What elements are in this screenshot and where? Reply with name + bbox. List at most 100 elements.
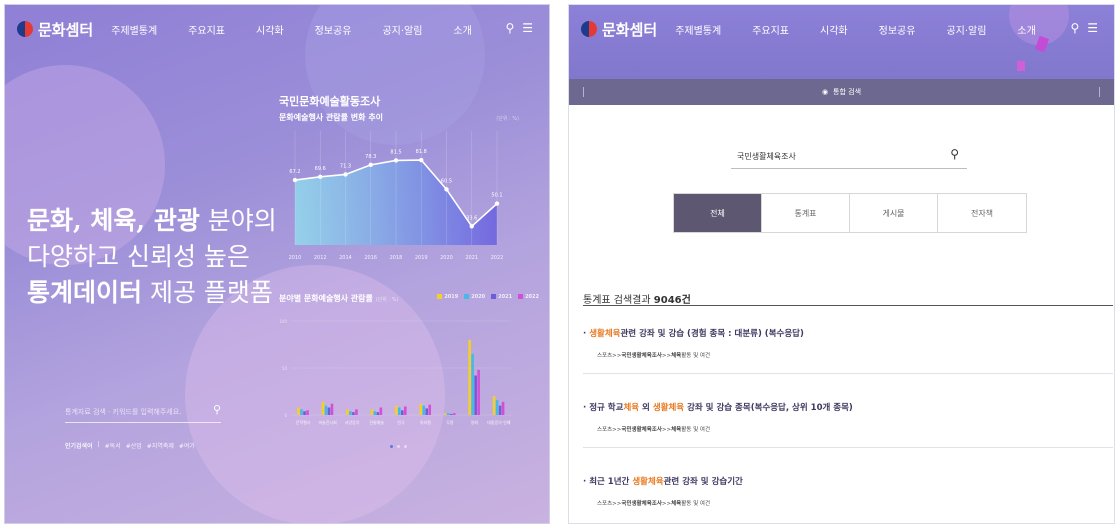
path-text: 국민생활체육조사	[621, 501, 662, 507]
legend-item[interactable]: 2019	[437, 294, 458, 300]
menu-item-notices[interactable]: 공지·알림	[382, 22, 422, 37]
title-text: 강좌 및 강습 종목(복수응답, 상위 10개 종목)	[684, 403, 853, 413]
chart1-point	[368, 162, 373, 168]
headline-rest-3: 제공 플랫폼	[142, 278, 273, 307]
legend-item[interactable]: 2020	[464, 294, 485, 300]
chart1-data-label: 67.2	[289, 169, 300, 175]
chart1-data-label: 71.3	[340, 163, 351, 169]
chart1-point	[419, 157, 424, 163]
menu-item-about[interactable]: 소개	[453, 22, 471, 37]
menu-item-visualization[interactable]: 시각화	[256, 22, 284, 37]
pager-dot[interactable]	[404, 445, 407, 448]
path-text: 국민생활체육조사	[621, 427, 662, 433]
menu-item-themes[interactable]: 주제별통계	[111, 22, 157, 37]
main-menu: 주제별통계 주요지표 시각화 정보공유 공지·알림 소개	[111, 22, 503, 37]
result-title[interactable]: · 최근 1년간 생활체육관련 강좌 및 강습기간	[583, 475, 1113, 487]
screenshot: 문화셈터 주제별통계 주요지표 시각화 정보공유 공지·알림 소개 ⚲ ☰ 문화…	[0, 0, 1119, 528]
bar-divider	[583, 87, 584, 97]
result-path: 스포츠>>국민생활체육조사>>체육활동 및 여건	[597, 351, 1113, 359]
chart1-point	[494, 201, 500, 206]
search-results-panel: 문화셈터 주제별통계 주요지표 시각화 정보공유 공지·알림 소개 ⚲ ☰ ◉ …	[568, 4, 1115, 524]
title-text: 최근 1년간	[589, 477, 633, 487]
home-search-input[interactable]: 통계자료 검색 · 키워드를 입력해주세요. ⚲	[65, 403, 221, 423]
menu-item-about[interactable]: 소개	[1017, 22, 1035, 37]
menu-item-indicators[interactable]: 주요지표	[752, 22, 789, 37]
divider	[583, 305, 1113, 306]
title-highlight: 생활체육	[652, 403, 685, 413]
search-icon[interactable]: ⚲	[213, 403, 221, 416]
menu-item-info-share[interactable]: 정보공유	[879, 22, 916, 37]
title-highlight: 생활체육	[632, 477, 664, 487]
popular-keyword[interactable]: #여가	[179, 441, 195, 450]
title-highlight: 생활체육	[589, 329, 621, 339]
result-path: 스포츠>>국민생활체육조사>>체육활동 및 여건	[597, 499, 1113, 507]
chart1-tick-label: 2018	[390, 255, 403, 261]
menu-item-themes[interactable]: 주제별통계	[675, 22, 721, 37]
chart1-tick-label: 2016	[364, 255, 377, 261]
result-item[interactable]: · 정규 학교체육 외 생활체육 강좌 및 강습 종목(복수응답, 상위 10개…	[583, 401, 1113, 448]
path-text: 체육	[671, 427, 682, 433]
legend-item[interactable]: 2022	[518, 294, 539, 300]
top-nav: 문화셈터 주제별통계 주요지표 시각화 정보공유 공지·알림 소개 ⚲ ☰	[5, 5, 549, 53]
integrated-search-label[interactable]: ◉ 통합 검색	[822, 87, 861, 97]
search-icon[interactable]: ⚲	[1070, 21, 1079, 35]
path-text: 스포츠>>	[597, 501, 622, 507]
path-text: 스포츠>>	[597, 353, 622, 359]
chart2-bar	[498, 405, 502, 415]
headline-line-2: 다양하고 신뢰성 높은	[27, 242, 250, 271]
legend-label: 2021	[498, 294, 513, 300]
menu-item-indicators[interactable]: 주요지표	[188, 22, 225, 37]
pager-dot[interactable]	[390, 445, 393, 448]
chart2-title-text: 분야별 문화예술행사 관람률	[279, 294, 373, 303]
result-item[interactable]: · 최근 1년간 생활체육관련 강좌 및 강습기간 스포츠>>국민생활체육조사>…	[583, 475, 1113, 507]
target-icon: ◉	[821, 88, 829, 96]
chart1-tick-label: 2020	[440, 255, 453, 261]
chart1-tick-label: 2021	[465, 255, 478, 261]
popular-keyword[interactable]: #지역축제	[147, 441, 174, 450]
title-text: 정규 학교	[589, 403, 624, 413]
tab-ebooks[interactable]: 전자책	[938, 194, 1026, 232]
chart2-category-label: 대중음악·연예	[487, 419, 511, 425]
search-icon[interactable]: ⚲	[505, 21, 514, 35]
result-count: 통계표 검색결과 9046건	[583, 291, 691, 306]
chart1-data-label: 78.3	[365, 154, 376, 160]
search-icon[interactable]: ⚲	[950, 147, 959, 161]
result-title[interactable]: · 생활체육관련 강좌 및 강습 (경험 종목 : 대분류) (복수응답)	[583, 327, 1113, 339]
integrated-search-bar: ◉ 통합 검색	[569, 79, 1114, 105]
hamburger-menu-icon[interactable]: ☰	[522, 21, 533, 35]
chart1-data-label: 33.6	[466, 215, 477, 221]
main-menu: 주제별통계 주요지표 시각화 정보공유 공지·알림 소개	[675, 22, 1067, 37]
tab-all[interactable]: 전체	[674, 194, 762, 232]
headline-bold-1: 문화, 체육, 관광	[27, 206, 200, 235]
popular-keyword[interactable]: #산업	[126, 441, 142, 450]
chart1-tick-label: 2014	[339, 255, 352, 261]
legend-item[interactable]: 2021	[491, 294, 512, 300]
popular-keyword[interactable]: #독서	[105, 441, 121, 450]
menu-item-notices[interactable]: 공지·알림	[946, 22, 986, 37]
chart1-line	[294, 159, 498, 228]
tab-posts[interactable]: 게시물	[850, 194, 938, 232]
title-highlight: 체육	[623, 403, 640, 413]
slider-pager	[390, 445, 407, 448]
tab-tables[interactable]: 통계표	[762, 194, 850, 232]
menu-item-visualization[interactable]: 시각화	[820, 22, 848, 37]
result-title[interactable]: · 정규 학교체육 외 생활체육 강좌 및 강습 종목(복수응답, 상위 10개…	[583, 401, 1113, 413]
popular-keywords: 인기검색어 | #독서 #산업 #지역축제 #여가	[65, 441, 195, 450]
pager-dot[interactable]	[397, 445, 400, 448]
chart2-bar	[468, 339, 471, 415]
path-text: 활동 및 여건	[681, 427, 711, 433]
search-input[interactable]: 국민생활체육조사 ⚲	[731, 143, 967, 169]
top-nav: 문화셈터 주제별통계 주요지표 시각화 정보공유 공지·알림 소개 ⚲ ☰	[569, 5, 1114, 53]
chart1-point	[318, 174, 323, 179]
chart2-category-label: 영화	[471, 419, 479, 425]
result-item[interactable]: · 생활체육관련 강좌 및 강습 (경험 종목 : 대분류) (복수응답) 스포…	[583, 327, 1113, 374]
divider	[583, 373, 1113, 374]
site-logo[interactable]: 문화셈터	[17, 19, 93, 40]
headline-rest-1: 분야의	[199, 206, 277, 235]
hero-headline: 문화, 체육, 관광 분야의 다양하고 신뢰성 높은 통계데이터 제공 플랫폼	[27, 203, 277, 311]
title-text: 외	[639, 403, 653, 413]
hamburger-menu-icon[interactable]: ☰	[1087, 21, 1098, 35]
menu-item-info-share[interactable]: 정보공유	[315, 22, 352, 37]
site-logo[interactable]: 문화셈터	[581, 19, 657, 40]
bar-divider	[1099, 87, 1100, 97]
